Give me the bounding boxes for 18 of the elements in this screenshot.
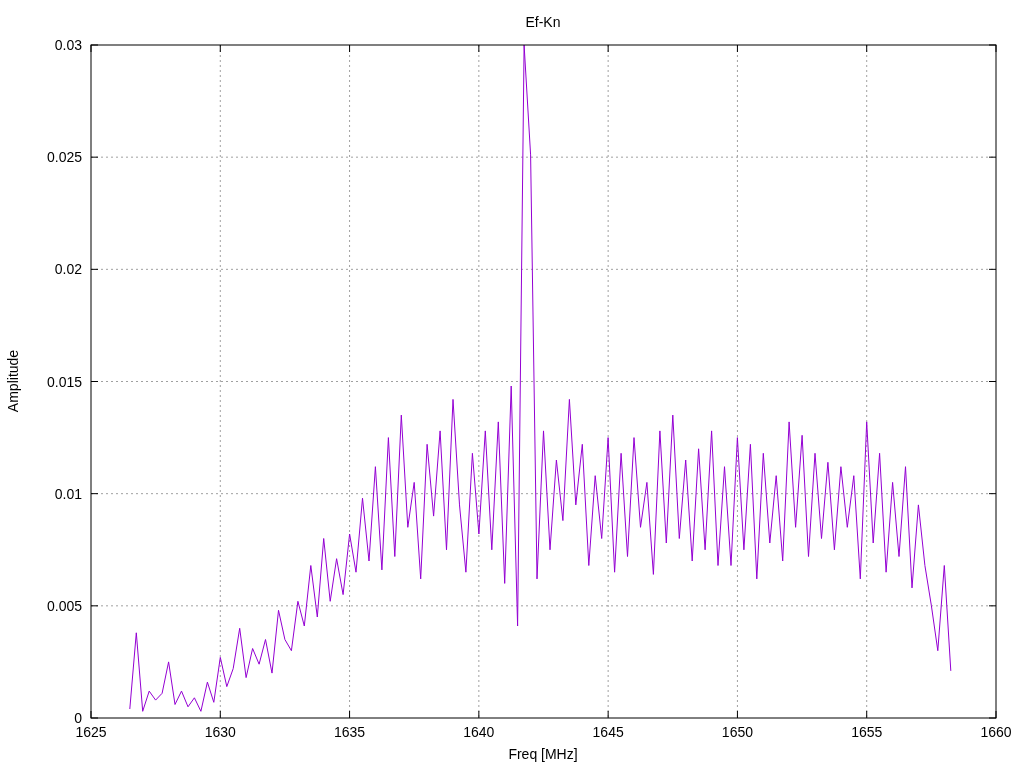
y-tick-label: 0.015: [46, 373, 82, 390]
x-tick-label: 1645: [592, 724, 624, 740]
x-tick-label: 1640: [463, 724, 495, 740]
x-tick-label: 1635: [334, 724, 366, 740]
x-tick-label: 1630: [204, 724, 236, 740]
x-axis-label: Freq [MHz]: [508, 746, 578, 762]
x-tick-label: 1625: [75, 724, 107, 740]
y-tick-label: 0.02: [54, 261, 82, 278]
y-tick-label: 0.025: [46, 149, 82, 166]
x-tick-label: 1655: [851, 724, 883, 740]
y-axis-label: Amplitude: [5, 349, 21, 413]
y-tick-label: 0.01: [54, 485, 82, 502]
y-tick-label: 0.03: [54, 37, 82, 53]
x-tick-label: 1660: [980, 724, 1012, 740]
y-tick-label: 0.005: [46, 597, 82, 614]
x-tick-label: 1650: [721, 724, 753, 740]
y-tick-label: 0: [74, 710, 82, 726]
chart-title: Ef-Kn: [525, 14, 561, 30]
